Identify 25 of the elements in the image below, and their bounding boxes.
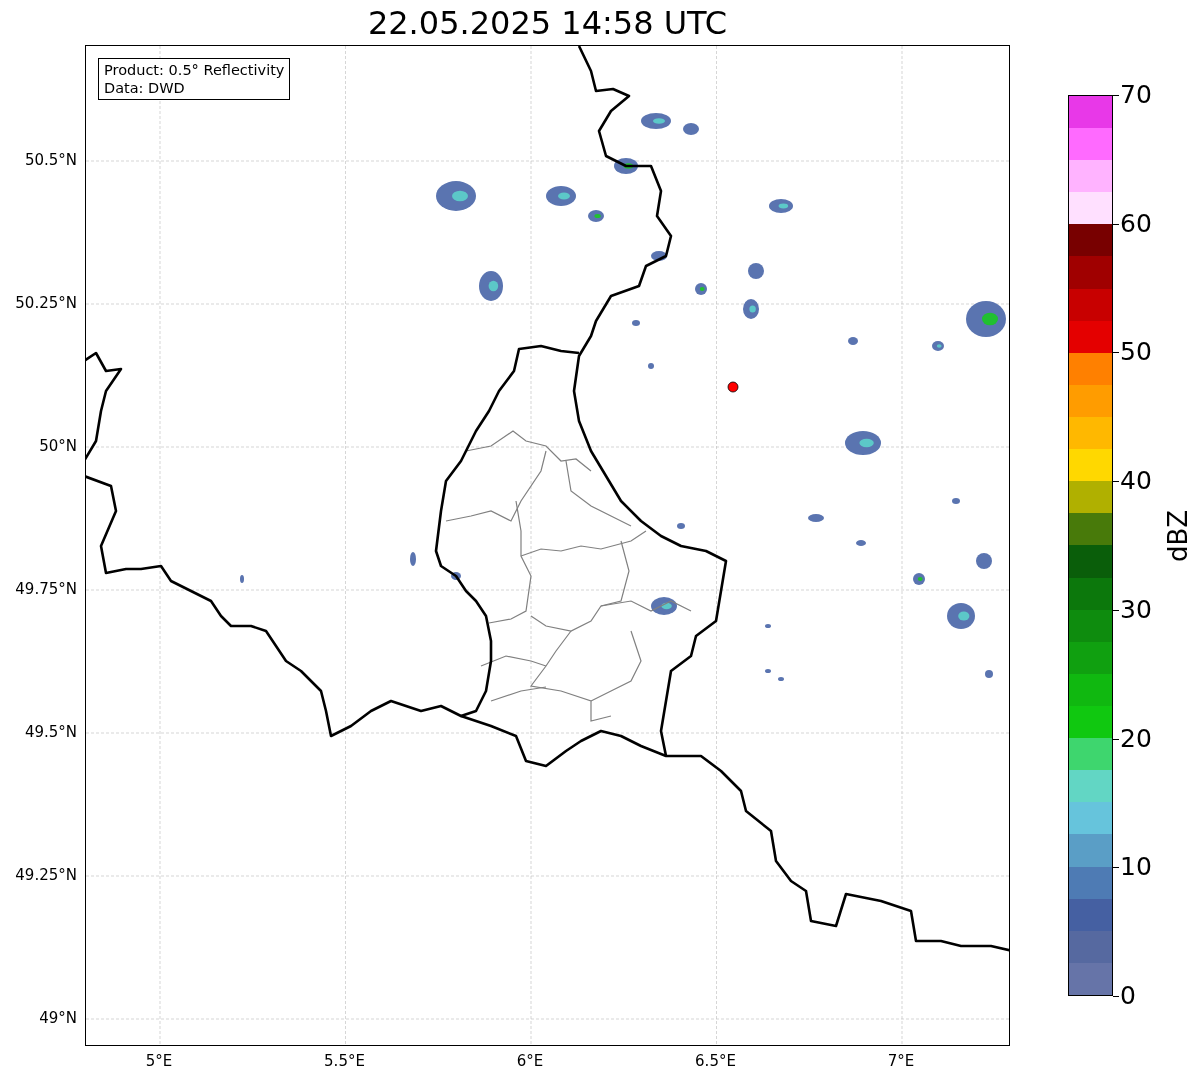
latitude-label: 50.25°N <box>15 294 77 312</box>
longitude-label: 7°E <box>887 1052 915 1070</box>
colorbar-tick-label: 40 <box>1120 467 1152 496</box>
info-text: Product: 0.5° Reflectivity <box>104 61 285 79</box>
longitude-label: 5.5°E <box>324 1052 365 1070</box>
latitude-label: 50.5°N <box>24 151 77 169</box>
longitude-label: 5°E <box>145 1052 173 1070</box>
latitude-label: 49.25°N <box>15 866 77 884</box>
longitude-label: 6.5°E <box>695 1052 736 1070</box>
colorbar-tick-label: 0 <box>1120 982 1136 1010</box>
latitude-label: 49.75°N <box>15 580 77 598</box>
latitude-label: 50°N <box>39 437 77 455</box>
plot-title: 22.05.2025 14:58 UTC <box>367 2 728 43</box>
location-marker <box>727 381 739 393</box>
latitude-label: 49°N <box>39 1009 77 1027</box>
latitude-label: 49.5°N <box>24 723 77 741</box>
colorbar-label: dBZ <box>1163 508 1193 565</box>
info-text: Data: DWD <box>104 79 186 97</box>
colorbar-tick-label: 30 <box>1120 595 1152 624</box>
colorbar-tick-label: 70 <box>1120 81 1152 109</box>
colorbar-tick-label: 20 <box>1120 724 1152 753</box>
colorbar-tick-label: 50 <box>1120 338 1152 367</box>
longitude-label: 6°E <box>516 1052 544 1070</box>
colorbar-tick-label: 10 <box>1120 853 1152 882</box>
colorbar-tick-label: 60 <box>1120 209 1152 238</box>
